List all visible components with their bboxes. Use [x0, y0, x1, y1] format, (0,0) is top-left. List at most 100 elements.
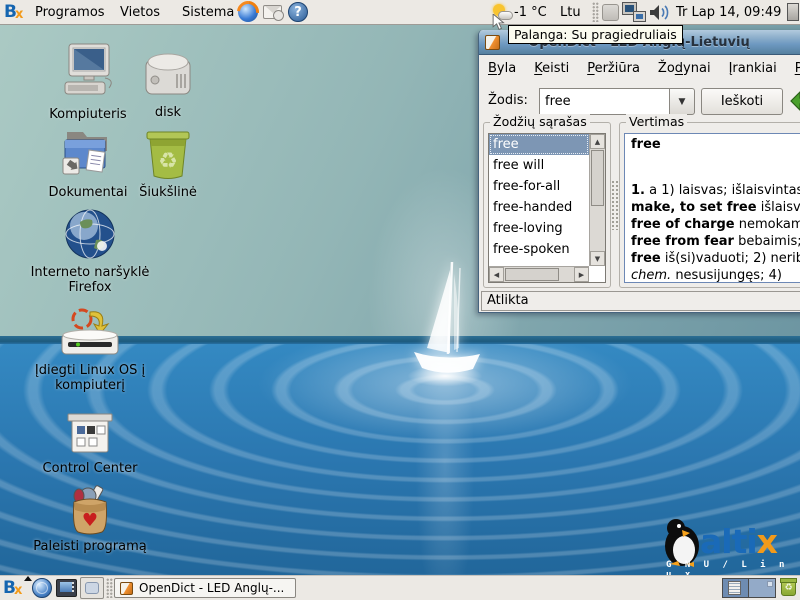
bottom-panel: Bx OpenDict - LED Anglų-... ♻ — [0, 575, 800, 600]
svg-text:♥: ♥ — [82, 510, 98, 531]
baltix-wallpaper-logo: altix G N U / L i n u x — [656, 516, 798, 574]
vertical-scroll-thumb[interactable] — [591, 150, 604, 206]
menu-keisti[interactable]: Keisti — [525, 58, 578, 79]
combo-dropdown-button[interactable]: ▼ — [669, 88, 695, 115]
word-list-item[interactable]: free — [489, 134, 589, 155]
trash-applet-icon[interactable]: ♻ — [781, 576, 796, 600]
word-combobox: ▼ — [539, 88, 695, 115]
scroll-left-icon[interactable]: ◀ — [489, 267, 504, 282]
opendict-book-icon — [120, 582, 133, 595]
install-os-icon — [28, 308, 152, 360]
desktop-icon-label: Paleisti programą — [30, 539, 150, 554]
svg-text:♻: ♻ — [158, 149, 178, 174]
network-tray-icon[interactable] — [623, 0, 645, 24]
taskbar-item-label: OpenDict - LED Anglų-... — [139, 581, 284, 595]
word-list-item[interactable]: free will — [489, 155, 589, 176]
control-center-icon — [30, 410, 150, 458]
desktop-icon-documents[interactable]: Dokumentai — [38, 124, 138, 200]
desktop-icon-computer[interactable]: Kompiuteris — [38, 42, 138, 122]
desktop-icon-run-program[interactable]: ♥ Paleisti programą — [30, 484, 150, 554]
weather-temperature[interactable]: -1 °C — [514, 0, 547, 24]
volume-tray-icon[interactable] — [649, 0, 671, 24]
word-list-item[interactable]: free-loving — [489, 218, 589, 239]
media-player-launcher-icon[interactable] — [56, 576, 77, 600]
word-list-item[interactable]: free-spoken — [489, 239, 589, 260]
menu-zodynai[interactable]: Žodynai — [649, 58, 720, 79]
desktop-icon-label: Įdiegti Linux OS į kompiuterį — [28, 363, 152, 393]
show-desktop-button[interactable] — [80, 577, 104, 599]
baltix-menu-button[interactable]: Bx — [3, 576, 22, 600]
menu-sistema[interactable]: Sistema — [180, 0, 236, 24]
tray-drag-handle[interactable] — [592, 0, 599, 24]
translation-line: make, to set free išlaisvin — [631, 199, 800, 216]
horizontal-scrollbar[interactable]: ◀ ▶ — [489, 266, 589, 282]
baltix-menu-icon[interactable]: Bx — [4, 0, 23, 24]
menu-byla[interactable]: Byla — [479, 58, 525, 79]
word-list-item[interactable]: free-handed — [489, 197, 589, 218]
menu-irankiai[interactable]: Įrankiai — [720, 58, 786, 79]
web-browser-globe-icon — [30, 206, 150, 262]
taskbar-drag-handle[interactable] — [106, 576, 113, 600]
word-list-group: Žodžių sąrašas free free will free-for-a… — [483, 122, 611, 288]
scroll-down-icon[interactable]: ▼ — [590, 251, 605, 266]
run-program-icon: ♥ — [30, 484, 150, 536]
mouse-cursor — [491, 14, 508, 31]
opendict-book-icon — [485, 35, 500, 50]
desktop-icon-label: Dokumentai — [38, 185, 138, 200]
menu-popup-arrow-icon — [24, 576, 32, 581]
back-arrow-icon[interactable] — [789, 90, 800, 112]
scroll-up-icon[interactable]: ▲ — [590, 134, 605, 149]
word-input[interactable] — [539, 88, 669, 115]
headword: free — [631, 137, 800, 152]
translation-text-area[interactable]: free 1. a 1) laisvas; išlaisvintas; t ma… — [624, 133, 800, 283]
web-browser-launcher-icon[interactable] — [32, 576, 52, 600]
desktop-icon-label: Kompiuteris — [38, 107, 138, 122]
taskbar-item-opendict[interactable]: OpenDict - LED Anglų-... — [114, 578, 296, 598]
desktop-icon-label: Control Center — [30, 461, 150, 476]
quit-applet-icon[interactable] — [787, 0, 800, 24]
workspace-1[interactable] — [723, 579, 749, 597]
show-desktop-icon — [85, 582, 99, 594]
translation-title: Vertimas — [626, 114, 687, 129]
translation-line: free iš(si)vaduoti; 2) neribot — [631, 250, 800, 267]
horizontal-scroll-thumb[interactable] — [505, 268, 559, 281]
desktop-icon-disk[interactable]: disk — [124, 46, 212, 120]
menu-vietos[interactable]: Vietos — [118, 0, 162, 24]
desktop-icon-trash[interactable]: ♻ Šiukšlinė — [124, 124, 212, 200]
tray-blank-icon[interactable] — [602, 0, 619, 24]
menu-perziura[interactable]: Peržiūra — [578, 58, 649, 79]
desktop-icon-label: Interneto naršyklė Firefox — [30, 265, 150, 295]
translation-group: Vertimas free 1. a 1) laisvas; išlaisvin… — [619, 122, 800, 288]
weather-tooltip: Palanga: Su pragiedruliais — [508, 25, 683, 44]
baltix-wordmark: altix — [700, 522, 777, 561]
trash-icon: ♻ — [124, 124, 212, 182]
translation-line: 1. a 1) laisvas; išlaisvintas; t — [631, 182, 800, 199]
search-row: Žodis: ▼ Ieškoti — [479, 86, 800, 116]
translation-line: chem. nesusijungęs; 4) — [631, 267, 800, 283]
menu-pagalba[interactable]: Pag — [786, 58, 800, 79]
firefox-launcher-icon[interactable] — [238, 0, 258, 24]
search-button[interactable]: Ieškoti — [701, 88, 783, 115]
vertical-scrollbar[interactable]: ▲ ▼ — [589, 134, 605, 266]
word-list-title: Žodžių sąrašas — [490, 114, 590, 129]
word-list-item[interactable]: free-for-all — [489, 176, 589, 197]
drive-icon — [124, 46, 212, 102]
keyboard-layout-indicator[interactable]: Ltu — [560, 0, 581, 24]
word-label: Žodis: — [488, 93, 528, 108]
pane-splitter[interactable] — [611, 180, 619, 230]
desktop-icon-install-linux[interactable]: Įdiegti Linux OS į kompiuterį — [28, 308, 152, 393]
scroll-right-icon[interactable]: ▶ — [574, 267, 589, 282]
desktop-icon-firefox[interactable]: Interneto naršyklė Firefox — [30, 206, 150, 295]
status-bar: Atlikta — [481, 291, 800, 311]
desktop-icon-control-center[interactable]: Control Center — [30, 410, 150, 476]
desktop-icon-label: Šiukšlinė — [124, 185, 212, 200]
opendict-window: OpenDict - LED Anglų-Lietuvių Byla Keist… — [478, 30, 800, 313]
menu-programos[interactable]: Programos — [33, 0, 107, 24]
mail-launcher-icon[interactable] — [263, 0, 282, 24]
chevron-down-icon: ▼ — [679, 97, 686, 107]
clock-applet[interactable]: Tr Lap 14, 09:49 — [676, 0, 781, 24]
workspace-2[interactable] — [749, 579, 775, 597]
window-menubar: Byla Keisti Peržiūra Žodynai Įrankiai Pa… — [479, 55, 800, 81]
window-thumbnail-small — [767, 581, 773, 587]
help-launcher-icon[interactable]: ? — [288, 0, 308, 24]
